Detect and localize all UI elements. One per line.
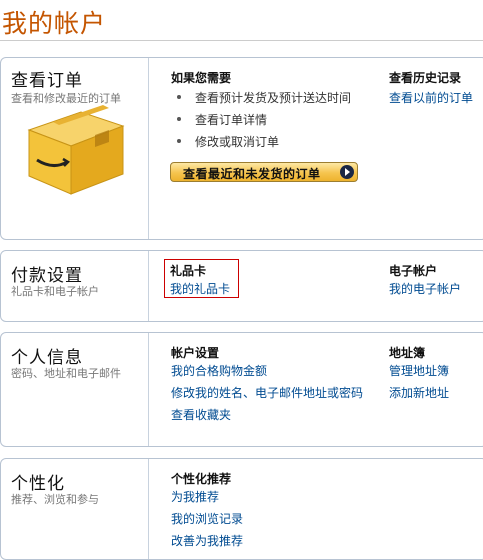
add-address-link[interactable]: 添加新地址 bbox=[389, 384, 449, 401]
orders-heading: 查看订单 bbox=[11, 71, 83, 91]
personal-panel: 个人信息 密码、地址和电子邮件 帐户设置 我的合格购物金额 修改我的姓名、电子邮… bbox=[0, 332, 483, 447]
past-orders-link[interactable]: 查看以前的订单 bbox=[389, 89, 473, 106]
panel-divider bbox=[148, 58, 149, 239]
eligible-amount-link[interactable]: 我的合格购物金额 bbox=[171, 362, 267, 379]
recommended-for-me-link[interactable]: 为我推荐 bbox=[171, 488, 219, 505]
view-recent-orders-label: 查看最近和未发货的订单 bbox=[183, 167, 321, 181]
orders-panel: 查看订单 查看和修改最近的订单 如果您需要 查看预计发货及预计送达时间 查看订单… bbox=[0, 57, 483, 240]
page-title: 我的帐户 bbox=[2, 9, 107, 38]
list-item: 查看预计发货及预计送达时间 bbox=[176, 91, 352, 105]
recommendations-title: 个性化推荐 bbox=[171, 472, 232, 486]
browsing-history-link[interactable]: 我的浏览记录 bbox=[171, 510, 243, 527]
account-settings-title: 帐户设置 bbox=[171, 346, 220, 360]
my-gift-card-link[interactable]: 我的礼品卡 bbox=[170, 280, 230, 297]
my-e-account-link[interactable]: 我的电子帐户 bbox=[389, 280, 461, 297]
personalize-panel: 个性化 推荐、浏览和参与 个性化推荐 为我推荐 我的浏览记录 改善为我推荐 bbox=[0, 458, 483, 560]
panel-divider bbox=[148, 333, 149, 446]
panel-divider bbox=[148, 251, 149, 321]
history-title: 查看历史记录 bbox=[389, 71, 462, 85]
package-box-icon bbox=[27, 105, 125, 195]
improve-recommendations-link[interactable]: 改善为我推荐 bbox=[171, 532, 243, 549]
arrow-right-icon bbox=[340, 165, 354, 179]
personal-subtitle: 密码、地址和电子邮件 bbox=[11, 367, 121, 380]
view-recent-orders-button[interactable]: 查看最近和未发货的订单 bbox=[170, 162, 358, 182]
favorites-link[interactable]: 查看收藏夹 bbox=[171, 406, 231, 423]
payment-subtitle: 礼品卡和电子帐户 bbox=[11, 285, 99, 298]
title-divider bbox=[0, 40, 483, 41]
list-item: 修改或取消订单 bbox=[176, 135, 280, 149]
address-book-title: 地址簿 bbox=[389, 346, 426, 360]
e-account-title: 电子帐户 bbox=[389, 264, 438, 278]
if-needed-title: 如果您需要 bbox=[171, 71, 232, 85]
personalize-subtitle: 推荐、浏览和参与 bbox=[11, 493, 99, 506]
manage-address-book-link[interactable]: 管理地址簿 bbox=[389, 362, 449, 379]
edit-name-email-password-link[interactable]: 修改我的姓名、电子邮件地址或密码 bbox=[171, 384, 363, 401]
gift-card-title: 礼品卡 bbox=[170, 264, 207, 278]
list-item: 查看订单详情 bbox=[176, 113, 268, 127]
panel-divider bbox=[148, 459, 149, 559]
payment-panel: 付款设置 礼品卡和电子帐户 礼品卡 我的礼品卡 电子帐户 我的电子帐户 bbox=[0, 250, 483, 322]
